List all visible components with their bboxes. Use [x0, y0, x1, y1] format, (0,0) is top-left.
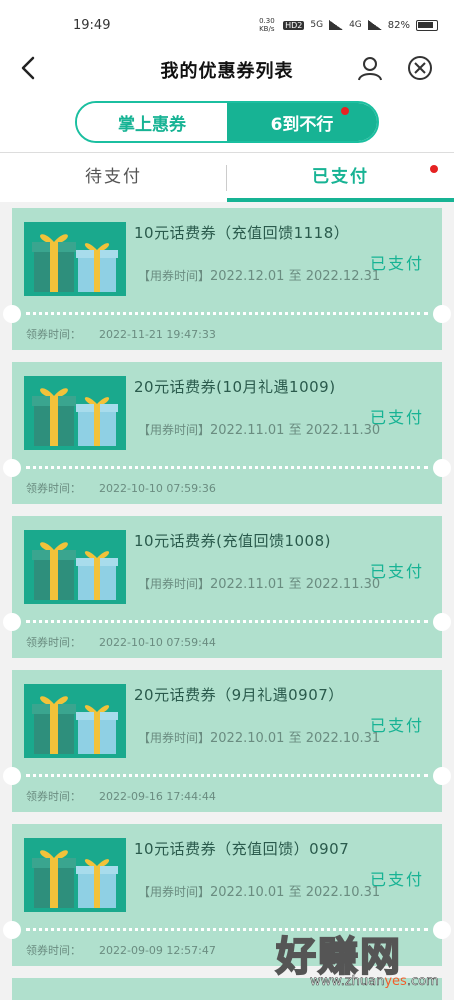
ticket-notch — [433, 305, 451, 323]
tab-paid[interactable]: 已支付 — [227, 153, 454, 202]
coupon-title: 10元话费券(充值回馈1008) — [134, 532, 331, 550]
net-4g-label: 4G — [349, 20, 362, 30]
watermark-url: www.zhuanyes.com — [310, 974, 439, 990]
notification-dot — [341, 107, 349, 115]
gift-box-icon — [24, 376, 126, 450]
get-time: 2022-09-16 17:44:44 — [99, 790, 216, 803]
status-bar: 19:49 0.30 KB/s HD2 5G 4G 82% — [0, 0, 454, 48]
status-time: 19:49 — [73, 18, 111, 33]
ticket-notch — [3, 921, 21, 939]
coupon-card[interactable]: 10元话费券(充值回馈1008) 已支付 【用券时间】2022.11.01 至 … — [3, 516, 451, 658]
tab-unpaid[interactable]: 待支付 — [0, 153, 227, 202]
coupon-use-period: 【用券时间】2022.10.01 至 2022.10.31 — [138, 727, 380, 746]
net-speed: 0.30 KB/s — [259, 17, 275, 33]
coupon-received-time: 领券时间： 2022-09-09 12:57:47 — [26, 942, 216, 958]
use-label: 【用券时间】 — [138, 731, 211, 745]
coupon-use-period: 【用券时间】2022.10.01 至 2022.10.31 — [138, 881, 380, 900]
net-5g-label: 5G — [310, 20, 324, 30]
use-label: 【用券时间】 — [138, 577, 211, 591]
signal-icon — [367, 20, 382, 30]
nav-bar: 我的优惠券列表 — [0, 48, 454, 90]
hd-badge: HD2 — [283, 20, 305, 30]
perforation-line — [26, 312, 428, 315]
coupon-received-time: 领券时间： 2022-10-10 07:59:36 — [26, 480, 216, 496]
watermark-url-c: .com — [406, 974, 439, 990]
use-time: 2022.10.01 至 2022.10.31 — [210, 885, 381, 900]
use-time: 2022.11.01 至 2022.11.30 — [210, 577, 381, 592]
use-label: 【用券时间】 — [138, 885, 211, 899]
coupon-use-period: 【用券时间】2022.12.01 至 2022.12.31 — [138, 265, 380, 284]
coupon-title: 20元话费券（9月礼遇0907） — [134, 686, 344, 704]
ticket-notch — [433, 613, 451, 631]
use-label: 【用券时间】 — [138, 423, 211, 437]
coupon-card[interactable]: 20元话费券(10月礼遇1009) 已支付 【用券时间】2022.11.01 至… — [3, 362, 451, 504]
get-label: 领券时间： — [26, 328, 81, 341]
get-label: 领券时间： — [26, 944, 81, 957]
use-time: 2022.11.01 至 2022.11.30 — [210, 423, 381, 438]
perforation-line — [26, 466, 428, 469]
tab-paid-label: 已支付 — [312, 167, 369, 187]
coupon-received-time: 领券时间： 2022-11-21 19:47:33 — [26, 326, 216, 342]
perforation-line — [26, 620, 428, 623]
coupon-title: 10元话费券（充值回馈）0907 — [134, 840, 350, 858]
ticket-notch — [433, 767, 451, 785]
use-time: 2022.12.01 至 2022.12.31 — [210, 269, 381, 284]
get-label: 领券时间： — [26, 790, 81, 803]
get-time: 2022-11-21 19:47:33 — [99, 328, 216, 341]
watermark-url-a: www.zhuan — [310, 974, 385, 990]
coupon-card[interactable]: 20元话费券（9月礼遇0907） 已支付 【用券时间】2022.10.01 至 … — [3, 670, 451, 812]
ticket-notch — [3, 305, 21, 323]
ticket-notch — [3, 613, 21, 631]
segment-label: 6到不行 — [270, 114, 334, 135]
site-watermark: 好赚网 www.zhuanyes.com — [266, 924, 446, 994]
perforation-line — [26, 774, 428, 777]
gift-box-icon — [24, 530, 126, 604]
tab-bar: 待支付 已支付 — [0, 152, 454, 202]
coupon-use-period: 【用券时间】2022.11.01 至 2022.11.30 — [138, 573, 380, 592]
coupon-title: 10元话费券（充值回馈1118） — [134, 224, 350, 242]
ticket-notch — [3, 459, 21, 477]
coupon-received-time: 领券时间： 2022-09-16 17:44:44 — [26, 788, 216, 804]
coupon-use-period: 【用券时间】2022.11.01 至 2022.11.30 — [138, 419, 380, 438]
watermark-url-b: yes — [384, 974, 407, 989]
segment-toggle-area: 掌上惠券 6到不行 — [0, 90, 454, 152]
ticket-notch — [3, 767, 21, 785]
coupon-title: 20元话费券(10月礼遇1009) — [134, 378, 336, 396]
segment-palm-coupon[interactable]: 掌上惠券 — [77, 103, 227, 141]
get-label: 领券时间： — [26, 636, 81, 649]
coupon-received-time: 领券时间： 2022-10-10 07:59:44 — [26, 634, 216, 650]
segment-toggle: 掌上惠券 6到不行 — [75, 101, 379, 143]
segment-6-daobuxing[interactable]: 6到不行 — [227, 103, 377, 141]
close-icon[interactable] — [406, 54, 434, 82]
notification-dot — [430, 165, 438, 173]
get-time: 2022-10-10 07:59:36 — [99, 482, 216, 495]
user-icon[interactable] — [356, 54, 384, 82]
battery-level: 82% — [387, 19, 410, 31]
gift-box-icon — [24, 222, 126, 296]
page-title: 我的优惠券列表 — [160, 61, 294, 82]
battery-icon — [416, 19, 438, 31]
gift-box-icon — [24, 684, 126, 758]
use-time: 2022.10.01 至 2022.10.31 — [210, 731, 381, 746]
status-icons: 0.30 KB/s HD2 5G 4G 82% — [259, 17, 438, 33]
get-time: 2022-10-10 07:59:44 — [99, 636, 216, 649]
get-time: 2022-09-09 12:57:47 — [99, 944, 216, 957]
coupon-card[interactable]: 10元话费券（充值回馈1118） 已支付 【用券时间】2022.12.01 至 … — [3, 208, 451, 350]
gift-box-icon — [24, 838, 126, 912]
ticket-notch — [433, 459, 451, 477]
get-label: 领券时间： — [26, 482, 81, 495]
signal-icon — [329, 20, 344, 30]
use-label: 【用券时间】 — [138, 269, 211, 283]
